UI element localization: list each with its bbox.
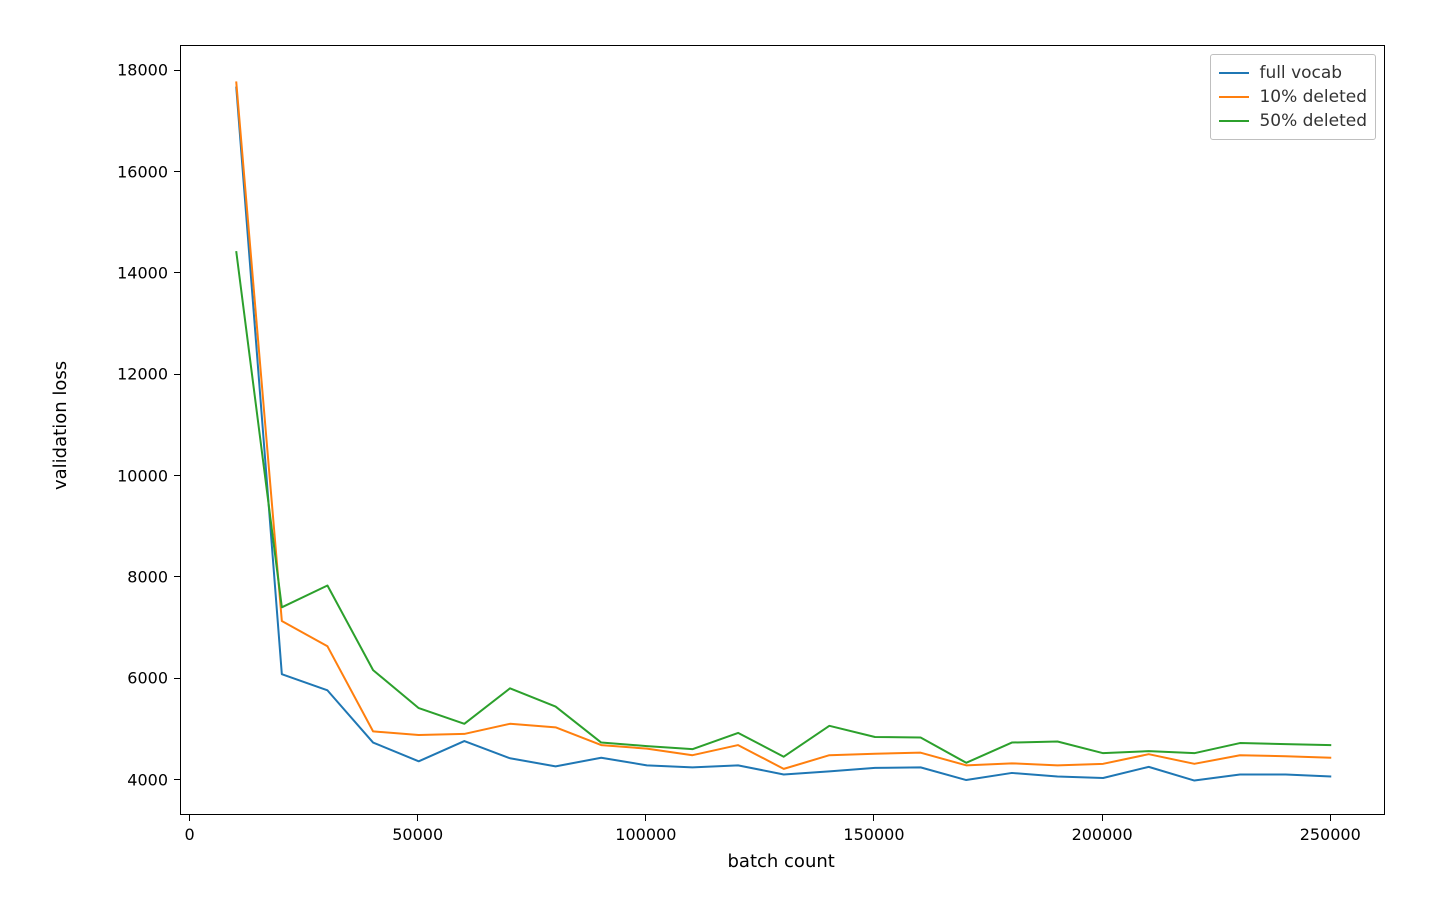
legend-swatch [1219, 120, 1249, 122]
y-tick-mark [174, 475, 180, 476]
legend-label: 10% deleted [1259, 87, 1367, 107]
x-tick-label: 100000 [615, 825, 676, 844]
x-tick-mark [1102, 815, 1103, 821]
y-tick-mark [174, 678, 180, 679]
legend-label: full vocab [1259, 63, 1342, 83]
x-tick-mark [873, 815, 874, 821]
legend-entry: 50% deleted [1219, 109, 1367, 133]
figure: full vocab 10% deleted 50% deleted validat… [0, 0, 1440, 902]
y-tick-label: 14000 [112, 263, 168, 282]
legend-entry: full vocab [1219, 61, 1367, 85]
legend-swatch [1219, 72, 1249, 74]
y-tick-mark [174, 374, 180, 375]
legend-label: 50% deleted [1259, 111, 1367, 131]
x-axis-label: batch count [728, 851, 835, 872]
y-axis-label: validation loss [50, 361, 71, 490]
x-tick-mark [645, 815, 646, 821]
series-line [236, 87, 1331, 781]
y-tick-mark [174, 70, 180, 71]
y-tick-mark [174, 171, 180, 172]
y-tick-mark [174, 272, 180, 273]
series-line [236, 81, 1331, 768]
y-tick-mark [174, 779, 180, 780]
x-tick-mark [417, 815, 418, 821]
x-tick-label: 200000 [1072, 825, 1133, 844]
x-tick-mark [1330, 815, 1331, 821]
legend: full vocab 10% deleted 50% deleted [1210, 54, 1376, 140]
y-tick-label: 12000 [112, 365, 168, 384]
series-line [236, 251, 1331, 763]
line-chart-svg [181, 46, 1386, 816]
x-tick-label: 150000 [843, 825, 904, 844]
y-tick-mark [174, 576, 180, 577]
y-tick-label: 16000 [112, 162, 168, 181]
legend-swatch [1219, 96, 1249, 98]
x-tick-label: 0 [184, 825, 194, 844]
y-tick-label: 6000 [112, 669, 168, 688]
y-tick-label: 18000 [112, 61, 168, 80]
x-tick-label: 250000 [1300, 825, 1361, 844]
x-tick-label: 50000 [392, 825, 443, 844]
y-tick-label: 8000 [112, 567, 168, 586]
legend-entry: 10% deleted [1219, 85, 1367, 109]
y-tick-label: 4000 [112, 770, 168, 789]
plot-area: full vocab 10% deleted 50% deleted [180, 45, 1385, 815]
y-tick-label: 10000 [112, 466, 168, 485]
x-tick-mark [189, 815, 190, 821]
